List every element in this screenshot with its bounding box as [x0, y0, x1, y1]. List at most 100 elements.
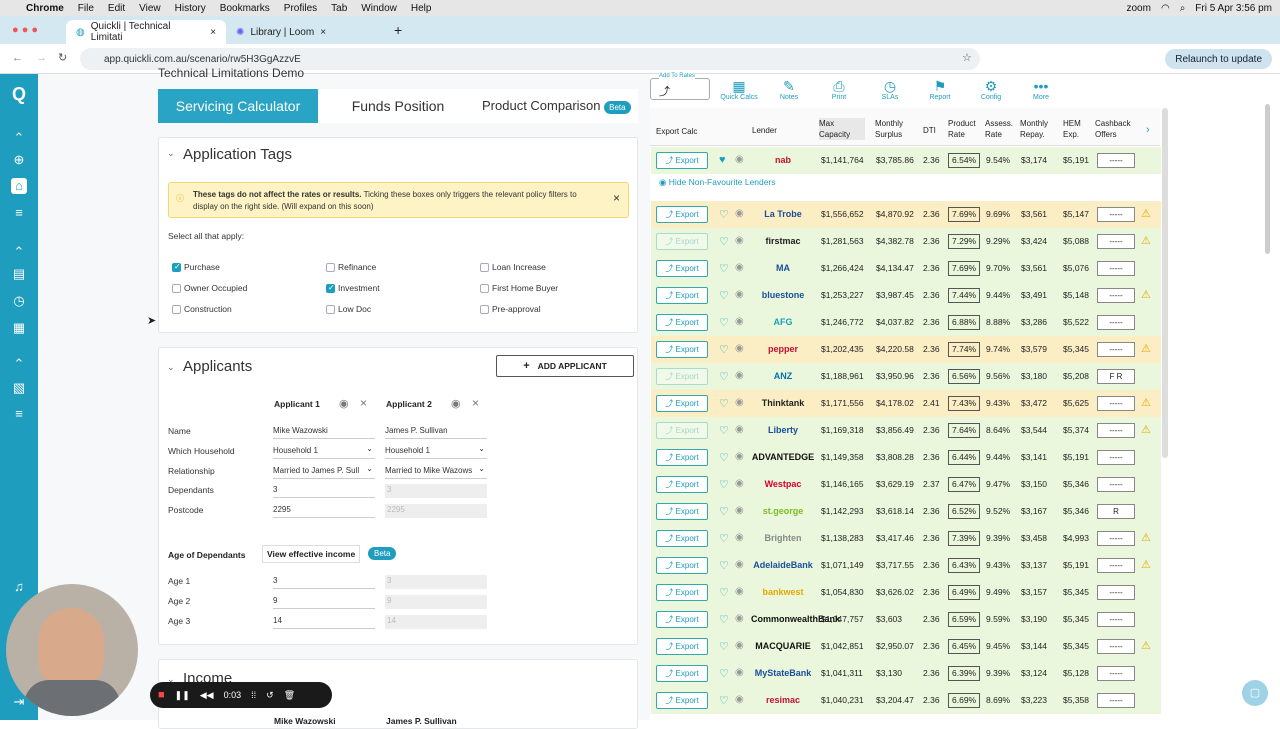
table-row[interactable]: ⤴ Export ♡ ◉ CommonwealthBank $1,047,757 $3,6…	[651, 606, 1161, 633]
header-hem-exp[interactable]: HEM Exp.	[1063, 118, 1093, 140]
favourite-heart-icon[interactable]: ♡	[719, 343, 729, 356]
household-select[interactable]: Household 1 ⌄	[385, 444, 487, 459]
warning-icon[interactable]: ⚠	[1141, 423, 1151, 436]
back-icon[interactable]: ←	[12, 52, 23, 64]
header-monthly-surplus[interactable]: Monthly Surplus	[875, 118, 919, 140]
chevron-right-icon[interactable]: ›	[1146, 124, 1150, 136]
checkbox[interactable]	[480, 284, 489, 293]
checkbox[interactable]	[172, 284, 181, 293]
eye-icon[interactable]: ◉	[735, 289, 744, 300]
favourite-heart-icon[interactable]: ♡	[719, 262, 729, 275]
favourite-heart-icon[interactable]: ♡	[719, 559, 729, 572]
eye-icon[interactable]: ◉	[735, 316, 744, 327]
export-button[interactable]: ⤴ Export	[656, 503, 708, 520]
close-icon[interactable]: ×	[360, 396, 367, 410]
cashback-offer-cell[interactable]: -----	[1097, 261, 1135, 276]
zoom-status[interactable]: zoom	[1127, 3, 1151, 14]
cashback-offer-cell[interactable]: -----	[1097, 450, 1135, 465]
export-button[interactable]: ⤴ Export	[656, 368, 708, 385]
checkbox[interactable]	[326, 305, 335, 314]
close-icon[interactable]: ×	[613, 192, 620, 204]
page-scrollbar[interactable]	[1265, 104, 1270, 254]
checkbox-label[interactable]: Low Doc	[338, 304, 371, 314]
new-tab-icon[interactable]: +	[394, 22, 402, 38]
checkbox[interactable]	[172, 305, 181, 314]
household-select[interactable]: Married to James P. Sull ⌄	[273, 464, 375, 479]
eye-icon[interactable]: ◉	[735, 451, 744, 462]
add-applicant-button[interactable]: + ADD APPLICANT	[496, 355, 634, 377]
cashback-offer-cell[interactable]: -----	[1097, 612, 1135, 627]
eye-icon[interactable]: ◉	[735, 532, 744, 543]
table-row[interactable]: ⤴ Export ♡ ◉ Liberty $1,169,318 $3,856.49 2.36…	[651, 417, 1161, 444]
export-button[interactable]: ⤴ Export	[656, 206, 708, 223]
table-row[interactable]: ⤴ Export ♥ ◉ nab $1,141,764 $3,785.86 2.36 9.54…	[651, 147, 1161, 174]
tab-servicing-calculator[interactable]: Servicing Calculator	[158, 89, 318, 123]
menu-view[interactable]: View	[139, 3, 161, 14]
export-button[interactable]: ⤴ Export	[656, 341, 708, 358]
header-lender[interactable]: Lender	[752, 125, 777, 136]
header-dti[interactable]: DTI	[923, 125, 936, 136]
bank-icon[interactable]: ⌂	[11, 178, 27, 194]
table-row[interactable]: ⤴ Export ♡ ◉ Thinktank $1,171,556 $4,178.02 2.…	[651, 390, 1161, 417]
hide-non-favourite-lenders-link[interactable]: ◉ Hide Non-Favourite Lenders	[659, 177, 776, 188]
table-scrollbar[interactable]	[1162, 108, 1168, 458]
view-effective-income-button[interactable]: View effective income	[262, 545, 361, 563]
cashback-offer-cell[interactable]: -----	[1097, 639, 1135, 654]
favourite-heart-icon[interactable]: ♡	[719, 451, 729, 464]
eye-icon[interactable]: ◉	[735, 667, 744, 678]
header-assess-rate[interactable]: Assess. Rate	[985, 118, 1019, 140]
eye-icon[interactable]: ◉	[735, 343, 744, 354]
eye-icon[interactable]: ◉	[735, 586, 744, 597]
applicant-input[interactable]: 3	[273, 484, 375, 498]
product-rate-cell[interactable]: 7.43%	[948, 396, 981, 411]
product-rate-cell[interactable]: 6.52%	[948, 504, 981, 519]
eye-icon[interactable]: ◉	[735, 505, 744, 516]
favourite-heart-icon[interactable]: ♡	[719, 235, 729, 248]
menu-bookmarks[interactable]: Bookmarks	[220, 3, 270, 14]
cashback-offer-cell[interactable]: -----	[1097, 288, 1135, 303]
export-button[interactable]: ⤴ Export	[656, 638, 708, 655]
table-row[interactable]: ⤴ Export ♡ ◉ st.george $1,142,293 $3,618.14 2.…	[651, 498, 1161, 525]
age-input[interactable]: 9	[273, 595, 375, 609]
checkbox[interactable]	[172, 262, 181, 272]
add-to-rates-button[interactable]: Add To Rates ⤴	[650, 73, 710, 100]
document-icon[interactable]: ▦	[11, 320, 27, 336]
favourite-heart-icon[interactable]: ♡	[719, 505, 729, 518]
eye-icon[interactable]: ◉	[735, 370, 744, 381]
cashback-offer-cell[interactable]: -----	[1097, 234, 1135, 249]
favourite-heart-icon[interactable]: ♡	[719, 532, 729, 545]
menu-history[interactable]: History	[175, 3, 206, 14]
relaunch-button[interactable]: Relaunch to update	[1165, 49, 1272, 69]
table-row[interactable]: ⤴ Export ♡ ◉ AdelaideBank $1,071,149 $3,717.5…	[651, 552, 1161, 579]
export-button[interactable]: ⤴ Export	[656, 233, 708, 250]
cashback-offer-cell[interactable]: -----	[1097, 693, 1135, 708]
checkbox[interactable]	[480, 263, 489, 272]
header-export-calc[interactable]: Export Calc	[656, 126, 697, 137]
checkbox[interactable]	[326, 283, 335, 293]
checkbox-label[interactable]: Refinance	[338, 262, 376, 272]
age-input[interactable]: 3	[273, 575, 375, 589]
table-row[interactable]: ⤴ Export ♡ ◉ ADVANTEDGE $1,149,358 $3,808.28 2…	[651, 444, 1161, 471]
more-button[interactable]: ••• More	[1021, 78, 1061, 101]
reload-icon[interactable]: ↻	[58, 51, 67, 64]
product-rate-cell[interactable]: 6.49%	[948, 585, 981, 600]
cashback-offer-cell[interactable]: -----	[1097, 423, 1135, 438]
collapse-icon[interactable]: ⌃	[11, 130, 27, 146]
favourite-heart-icon[interactable]: ♡	[719, 289, 729, 302]
product-rate-cell[interactable]: 6.54%	[948, 153, 981, 168]
export-button[interactable]: ⤴ Export	[656, 449, 708, 466]
menu-window[interactable]: Window	[361, 3, 397, 14]
report-button[interactable]: ⚑ Report	[920, 78, 960, 101]
eye-icon[interactable]: ◉	[451, 397, 461, 410]
menu-edit[interactable]: Edit	[108, 3, 125, 14]
search-icon[interactable]: ⌕	[1180, 3, 1186, 14]
table-row[interactable]: ⤴ Export ♡ ◉ MACQUARIE $1,042,851 $2,950.07 2.…	[651, 633, 1161, 660]
export-button[interactable]: ⤴ Export	[656, 314, 708, 331]
export-button[interactable]: ⤴ Export	[656, 557, 708, 574]
tab-funds-position[interactable]: Funds Position	[318, 89, 478, 123]
cashback-offer-cell[interactable]: -----	[1097, 342, 1135, 357]
header-max-capacity[interactable]: Max Capacity	[819, 118, 865, 140]
collapse-icon[interactable]: ⌃	[11, 244, 27, 260]
chat-icon[interactable]: ▢	[1242, 680, 1268, 706]
favourite-heart-icon[interactable]: ♡	[719, 370, 729, 383]
